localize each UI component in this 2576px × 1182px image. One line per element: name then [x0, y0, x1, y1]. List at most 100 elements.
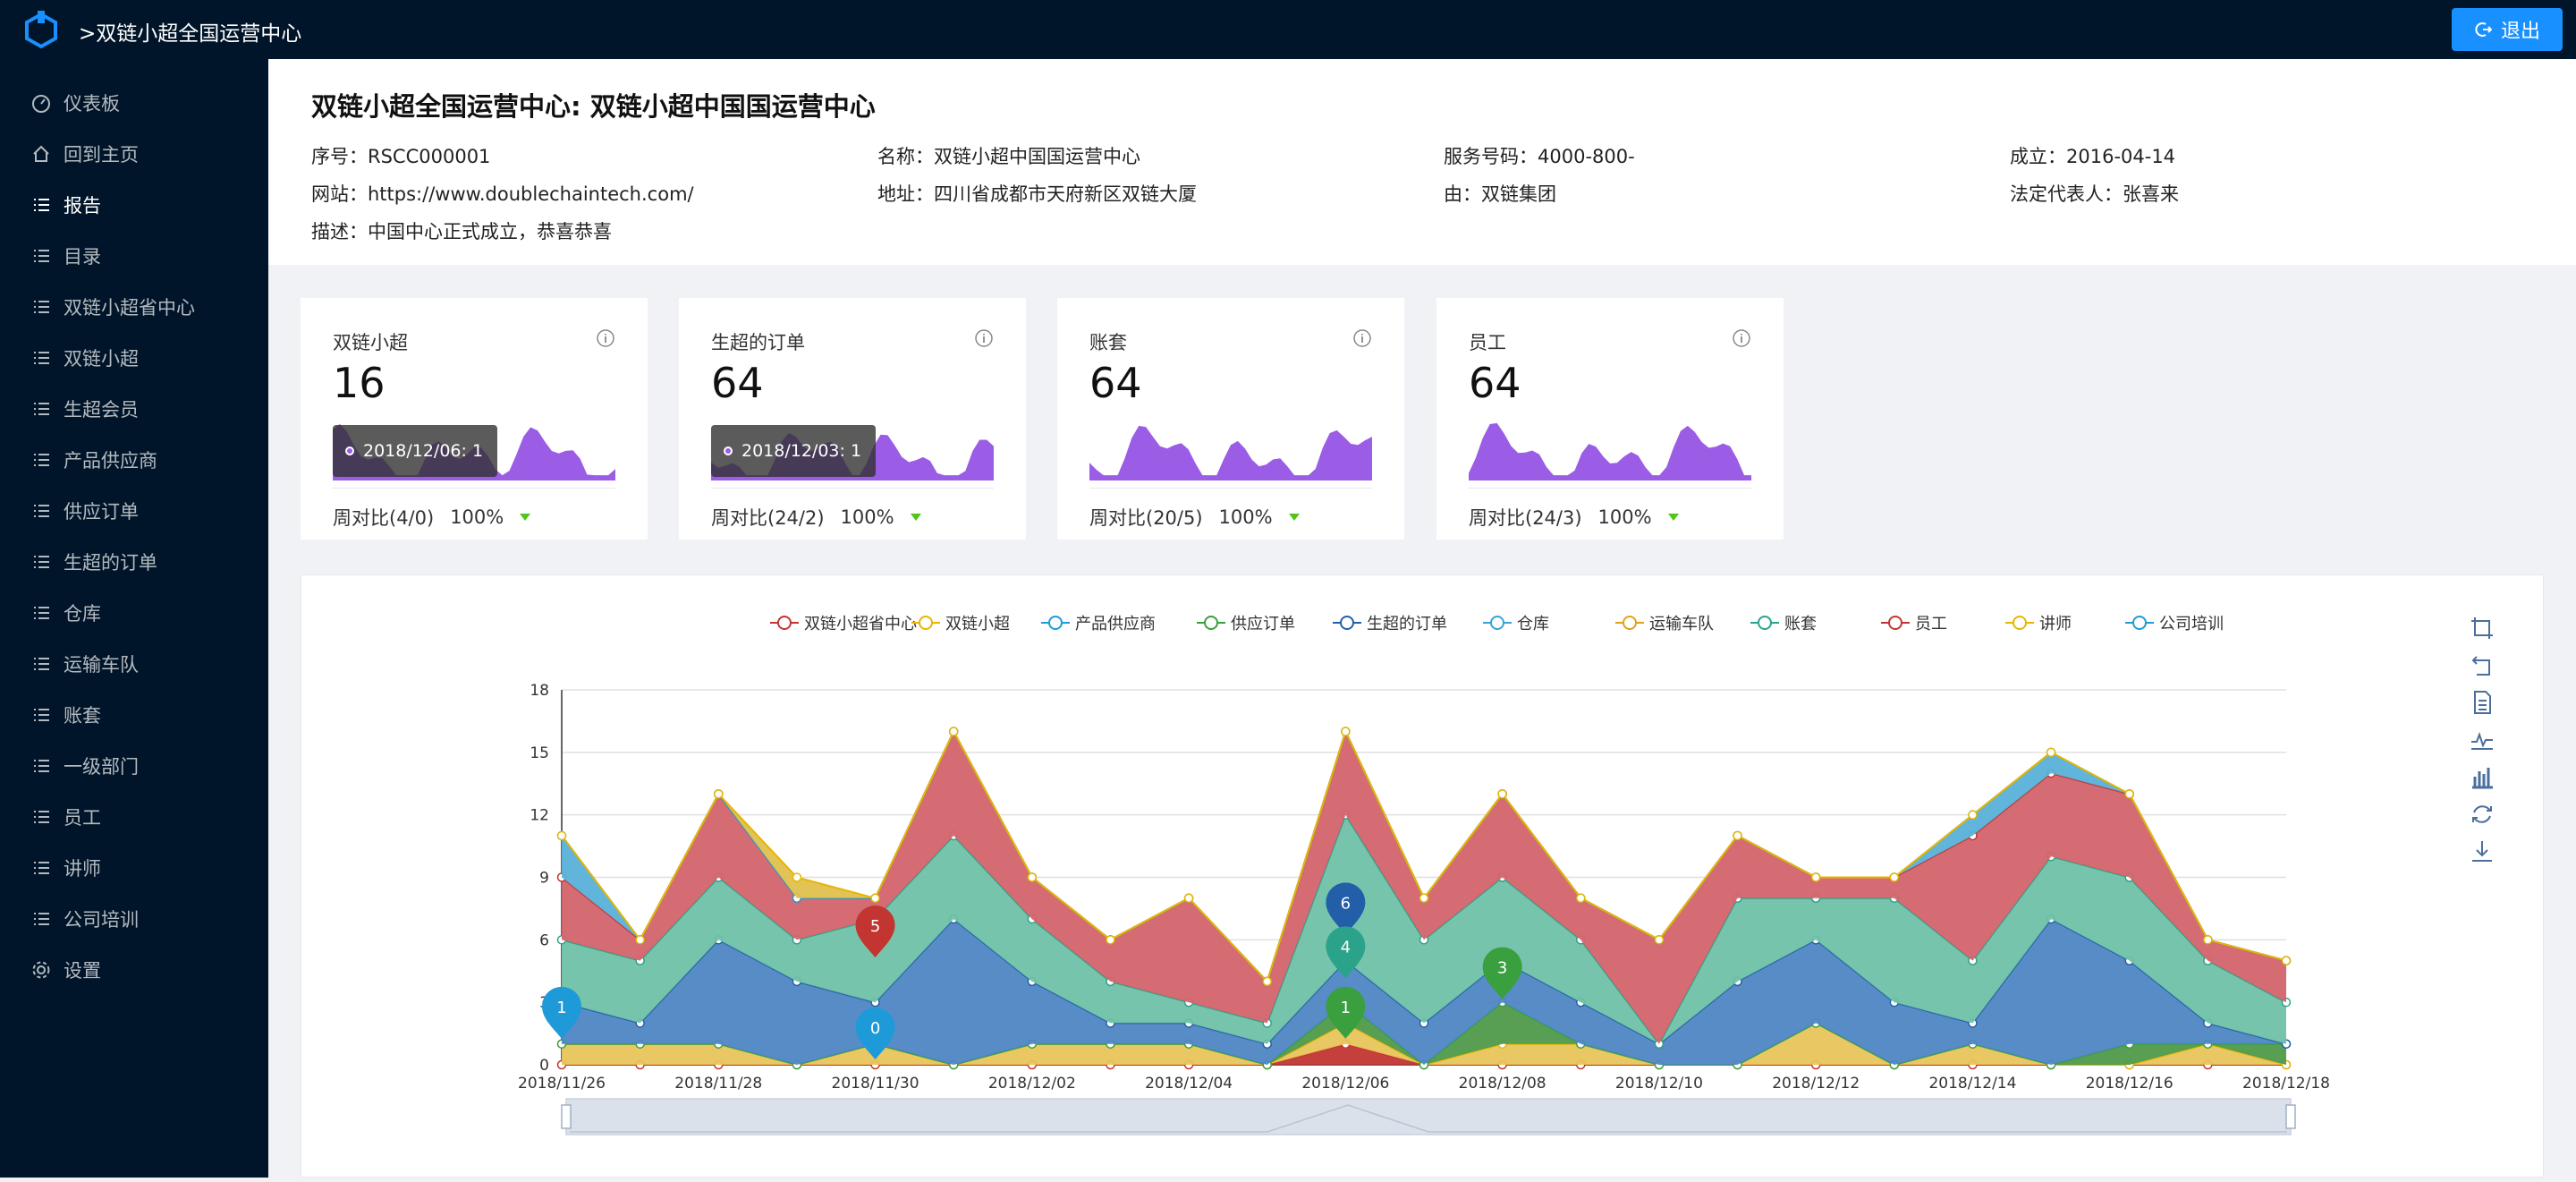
sidebar-item[interactable]: 一级部门	[0, 740, 268, 791]
marker-label: 5	[870, 917, 880, 936]
sidebar-item[interactable]: 产品供应商	[0, 434, 268, 485]
card-title: 双链小超	[333, 332, 408, 353]
sidebar-item-label: 产品供应商	[64, 449, 157, 472]
x-tick-label: 2018/12/04	[1145, 1075, 1233, 1093]
data-zoom-handle[interactable]	[2285, 1104, 2296, 1129]
legend-label: 员工	[1915, 615, 1947, 634]
legend-marker	[919, 616, 933, 630]
info-icon[interactable]	[1732, 328, 1751, 348]
sidebar-item-label: 回到主页	[64, 143, 139, 166]
x-tick-label: 2018/12/18	[2242, 1075, 2330, 1093]
data-zoom-slider[interactable]	[565, 1098, 2292, 1135]
week-percent: 100%	[450, 506, 504, 528]
sidebar-item[interactable]: 设置	[0, 944, 268, 995]
info-field-phone: 服务号码：4000-800-	[1444, 146, 1635, 167]
marker-label: 6	[1341, 894, 1351, 913]
sparkline	[1089, 425, 1372, 480]
sidebar-item[interactable]: 仪表板	[0, 77, 268, 128]
data-view-icon[interactable]	[2470, 690, 2495, 715]
info-icon[interactable]	[596, 328, 615, 348]
week-compare: 周对比(4/0)	[333, 507, 435, 529]
card-value: 16	[333, 359, 386, 407]
x-tick-label: 2018/11/30	[832, 1075, 919, 1093]
sidebar-item-label: 账套	[64, 704, 101, 727]
legend-label: 账套	[1784, 615, 1817, 634]
stat-card: 员工 64 周对比(24/3) 100%	[1436, 298, 1784, 540]
sidebar-item[interactable]: 目录	[0, 230, 268, 281]
sidebar-item[interactable]: 双链小超省中心	[0, 281, 268, 332]
download-icon[interactable]	[2470, 838, 2495, 863]
zoom-reset-icon[interactable]	[2470, 653, 2495, 678]
caret-down-icon	[910, 514, 921, 521]
sidebar-item[interactable]: 公司培训	[0, 893, 268, 944]
list-icon	[31, 501, 51, 521]
legend-label: 讲师	[2039, 615, 2072, 634]
data-point	[556, 830, 567, 841]
list-icon	[31, 195, 51, 215]
app-logo-icon	[25, 11, 57, 49]
logout-icon	[2475, 22, 2492, 37]
sidebar-item-label: 仓库	[64, 602, 101, 625]
restore-icon[interactable]	[2470, 802, 2495, 827]
data-point	[714, 789, 724, 799]
card-divider	[1469, 488, 1751, 489]
x-tick-label: 2018/12/14	[1928, 1075, 2016, 1093]
page-title: 双链小超全国运营中心: 双链小超中国国运营中心	[311, 91, 876, 122]
sidebar-item-label: 仪表板	[64, 92, 120, 115]
logout-button[interactable]: 退出	[2452, 8, 2563, 51]
sidebar: 仪表板回到主页报告 目录 双链小超省中心 双链小超 生超会员产品供应商供应订单 生超的订单…	[0, 59, 268, 1178]
card-footer: 周对比(20/5) 100%	[1089, 504, 1300, 531]
line-chart-icon[interactable]	[2470, 727, 2495, 753]
info-field-owner: 由：双链集团	[1444, 183, 1556, 205]
legend-marker	[777, 616, 792, 630]
sidebar-item[interactable]: 账套	[0, 689, 268, 740]
legend-label: 仓库	[1517, 615, 1549, 634]
sidebar-item[interactable]: 回到主页	[0, 128, 268, 179]
sidebar-item[interactable]: 生超的订单	[0, 536, 268, 587]
sidebar-item[interactable]: 讲师	[0, 842, 268, 893]
info-icon[interactable]	[974, 328, 994, 348]
x-tick-label: 2018/11/26	[518, 1075, 606, 1093]
x-tick-label: 2018/12/16	[2086, 1075, 2174, 1093]
card-divider	[711, 488, 994, 489]
sidebar-item[interactable]: 生超会员	[0, 383, 268, 434]
info-field-id: 序号：RSCC000001	[311, 146, 491, 167]
card-divider	[1089, 488, 1372, 489]
list-icon	[31, 450, 51, 470]
chart-panel: 03691215182018/11/262018/11/282018/11/30…	[301, 574, 2544, 1178]
data-zoom-handle[interactable]	[561, 1104, 572, 1129]
card-title: 账套	[1089, 332, 1127, 353]
sparkline	[1469, 422, 1751, 480]
sidebar-item[interactable]: 供应订单	[0, 485, 268, 536]
sidebar-item[interactable]: 运输车队	[0, 638, 268, 689]
sparkline-tooltip: 2018/12/03: 1	[711, 425, 876, 477]
legend-marker	[1623, 616, 1637, 630]
sidebar-item[interactable]: 报告	[0, 179, 268, 230]
y-tick-label: 15	[530, 744, 549, 762]
info-icon[interactable]	[1352, 328, 1372, 348]
legend-marker	[1340, 616, 1354, 630]
data-point	[2046, 747, 2056, 758]
gear-icon	[31, 960, 51, 980]
marker-label: 0	[870, 1019, 880, 1038]
legend-marker	[2132, 616, 2147, 630]
data-point	[1106, 935, 1115, 945]
bar-chart-icon[interactable]	[2470, 764, 2495, 789]
data-point	[1027, 872, 1038, 882]
sidebar-item[interactable]: 仓库	[0, 587, 268, 638]
sidebar-item[interactable]: 双链小超	[0, 332, 268, 383]
legend-label: 供应订单	[1231, 615, 1295, 634]
zoom-icon[interactable]	[2470, 616, 2495, 641]
info-field-description: 描述：中国中心正式成立，恭喜恭喜	[311, 221, 612, 242]
list-icon	[31, 297, 51, 317]
sidebar-item[interactable]: 员工	[0, 791, 268, 842]
sidebar-item-label: 员工	[64, 806, 101, 829]
info-field-legal-rep: 法定代表人：张喜来	[2010, 183, 2179, 205]
y-tick-label: 9	[539, 870, 549, 888]
legend-label: 产品供应商	[1075, 615, 1156, 634]
data-point	[1810, 872, 1821, 882]
sidebar-item-label: 讲师	[64, 857, 101, 880]
stat-card: 双链小超 16 周对比(4/0) 100% 2018/12/06: 1	[301, 298, 648, 540]
legend-label: 公司培训	[2159, 615, 2224, 634]
data-point	[635, 935, 645, 945]
